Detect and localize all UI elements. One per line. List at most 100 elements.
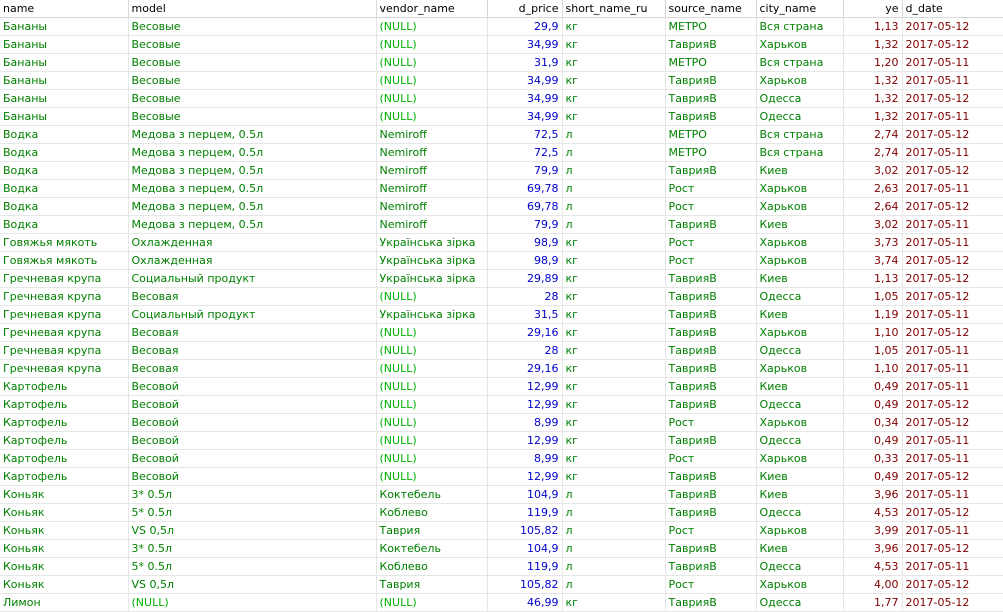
cell-source-name[interactable]: ТаврияВ bbox=[665, 341, 757, 360]
cell-vendor-name[interactable]: Nemiroff bbox=[376, 197, 488, 216]
cell-city-name[interactable]: Харьков bbox=[756, 179, 844, 198]
cell-source-name[interactable]: ТаврияВ bbox=[665, 485, 757, 504]
cell-name[interactable]: Гречневая крупа bbox=[0, 359, 129, 378]
cell-source-name[interactable]: ТаврияВ bbox=[665, 287, 757, 306]
cell-city-name[interactable]: Киев bbox=[756, 377, 844, 396]
cell-ye[interactable]: 0,49 bbox=[843, 467, 903, 486]
cell-name[interactable]: Картофель bbox=[0, 449, 129, 468]
cell-d-date[interactable]: 2017-05-11 bbox=[902, 377, 1003, 396]
cell-d-date[interactable]: 2017-05-11 bbox=[902, 107, 1003, 126]
cell-short-name-ru[interactable]: л bbox=[562, 179, 666, 198]
cell-d-date[interactable]: 2017-05-12 bbox=[902, 395, 1003, 414]
cell-short-name-ru[interactable]: кг bbox=[562, 395, 666, 414]
cell-model[interactable]: Весовая bbox=[128, 287, 377, 306]
cell-name[interactable]: Коньяк bbox=[0, 539, 129, 558]
cell-d-date[interactable]: 2017-05-12 bbox=[902, 467, 1003, 486]
cell-city-name[interactable]: Одесса bbox=[756, 557, 844, 576]
cell-ye[interactable]: 0,34 bbox=[843, 413, 903, 432]
table-row[interactable]: Гречневая крупа Весовая (NULL) 28 кг ТаврияВ О… bbox=[0, 341, 1003, 360]
table-row[interactable]: Коньяк 3* 0.5л Коктебель 104,9 л ТаврияВ Киев 3… bbox=[0, 485, 1003, 504]
cell-vendor-name[interactable]: Коктебель bbox=[376, 539, 488, 558]
cell-ye[interactable]: 1,19 bbox=[843, 305, 903, 324]
cell-d-date[interactable]: 2017-05-12 bbox=[902, 17, 1003, 36]
cell-ye[interactable]: 0,49 bbox=[843, 431, 903, 450]
cell-name[interactable]: Коньяк bbox=[0, 485, 129, 504]
cell-source-name[interactable]: МЕТРО bbox=[665, 143, 757, 162]
cell-vendor-name[interactable]: (NULL) bbox=[376, 71, 488, 90]
cell-ye[interactable]: 0,33 bbox=[843, 449, 903, 468]
cell-d-price[interactable]: 8,99 bbox=[487, 413, 563, 432]
cell-d-date[interactable]: 2017-05-12 bbox=[902, 269, 1003, 288]
cell-d-price[interactable]: 12,99 bbox=[487, 395, 563, 414]
cell-d-date[interactable]: 2017-05-12 bbox=[902, 89, 1003, 108]
table-row[interactable]: Гречневая крупа Весовая (NULL) 29,16 кг Таври… bbox=[0, 323, 1003, 342]
cell-city-name[interactable]: Киев bbox=[756, 539, 844, 558]
cell-vendor-name[interactable]: Таврия bbox=[376, 521, 488, 540]
cell-short-name-ru[interactable]: кг bbox=[562, 323, 666, 342]
cell-name[interactable]: Говяжья мякоть bbox=[0, 251, 129, 270]
cell-model[interactable]: Весовой bbox=[128, 467, 377, 486]
cell-short-name-ru[interactable]: кг bbox=[562, 233, 666, 252]
cell-d-price[interactable]: 104,9 bbox=[487, 485, 563, 504]
cell-model[interactable]: Весовой bbox=[128, 449, 377, 468]
cell-d-price[interactable]: 72,5 bbox=[487, 125, 563, 144]
cell-d-price[interactable]: 104,9 bbox=[487, 539, 563, 558]
cell-city-name[interactable]: Харьков bbox=[756, 251, 844, 270]
cell-vendor-name[interactable]: (NULL) bbox=[376, 287, 488, 306]
cell-vendor-name[interactable]: (NULL) bbox=[376, 413, 488, 432]
table-row[interactable]: Картофель Весовой (NULL) 12,99 кг ТаврияВ Одес… bbox=[0, 431, 1003, 450]
cell-name[interactable]: Гречневая крупа bbox=[0, 305, 129, 324]
cell-d-price[interactable]: 34,99 bbox=[487, 35, 563, 54]
cell-d-date[interactable]: 2017-05-12 bbox=[902, 197, 1003, 216]
cell-d-price[interactable]: 29,16 bbox=[487, 323, 563, 342]
table-row[interactable]: Гречневая крупа Весовая (NULL) 28 кг ТаврияВ О… bbox=[0, 287, 1003, 306]
cell-name[interactable]: Говяжья мякоть bbox=[0, 233, 129, 252]
table-row[interactable]: Говяжья мякоть Охлажденная Українська зірк… bbox=[0, 251, 1003, 270]
cell-vendor-name[interactable]: (NULL) bbox=[376, 35, 488, 54]
cell-ye[interactable]: 4,00 bbox=[843, 575, 903, 594]
cell-name[interactable]: Бананы bbox=[0, 71, 129, 90]
cell-d-date[interactable]: 2017-05-11 bbox=[902, 53, 1003, 72]
cell-d-price[interactable]: 12,99 bbox=[487, 431, 563, 450]
cell-source-name[interactable]: ТаврияВ bbox=[665, 161, 757, 180]
cell-city-name[interactable]: Киев bbox=[756, 215, 844, 234]
cell-vendor-name[interactable]: (NULL) bbox=[376, 395, 488, 414]
cell-model[interactable]: Социальный продукт bbox=[128, 305, 377, 324]
cell-d-date[interactable]: 2017-05-11 bbox=[902, 305, 1003, 324]
cell-vendor-name[interactable]: Українська зірка bbox=[376, 251, 488, 270]
cell-city-name[interactable]: Харьков bbox=[756, 575, 844, 594]
cell-d-date[interactable]: 2017-05-12 bbox=[902, 35, 1003, 54]
cell-vendor-name[interactable]: Nemiroff bbox=[376, 125, 488, 144]
cell-vendor-name[interactable]: Українська зірка bbox=[376, 233, 488, 252]
table-row[interactable]: Картофель Весовой (NULL) 12,99 кг ТаврияВ Одес… bbox=[0, 395, 1003, 414]
cell-vendor-name[interactable]: Коктебель bbox=[376, 485, 488, 504]
cell-d-price[interactable]: 31,9 bbox=[487, 53, 563, 72]
cell-vendor-name[interactable]: Українська зірка bbox=[376, 269, 488, 288]
cell-d-price[interactable]: 79,9 bbox=[487, 161, 563, 180]
cell-short-name-ru[interactable]: л bbox=[562, 197, 666, 216]
cell-name[interactable]: Водка bbox=[0, 143, 129, 162]
table-row[interactable]: Бананы Весовые (NULL) 34,99 кг ТаврияВ Одесса 1… bbox=[0, 107, 1003, 126]
cell-ye[interactable]: 1,77 bbox=[843, 593, 903, 612]
cell-source-name[interactable]: ТаврияВ bbox=[665, 323, 757, 342]
cell-d-date[interactable]: 2017-05-11 bbox=[902, 71, 1003, 90]
cell-model[interactable]: Медова з перцем, 0.5л bbox=[128, 161, 377, 180]
cell-name[interactable]: Картофель bbox=[0, 395, 129, 414]
cell-d-price[interactable]: 105,82 bbox=[487, 575, 563, 594]
table-row[interactable]: Картофель Весовой (NULL) 8,99 кг Рост Харьков 0… bbox=[0, 413, 1003, 432]
cell-source-name[interactable]: Рост bbox=[665, 251, 757, 270]
cell-short-name-ru[interactable]: л bbox=[562, 521, 666, 540]
cell-short-name-ru[interactable]: л bbox=[562, 125, 666, 144]
cell-d-price[interactable]: 29,9 bbox=[487, 17, 563, 36]
cell-model[interactable]: Медова з перцем, 0.5л bbox=[128, 215, 377, 234]
cell-ye[interactable]: 3,99 bbox=[843, 521, 903, 540]
cell-name[interactable]: Картофель bbox=[0, 431, 129, 450]
cell-short-name-ru[interactable]: кг bbox=[562, 71, 666, 90]
cell-ye[interactable]: 3,96 bbox=[843, 485, 903, 504]
table-row[interactable]: Бананы Весовые (NULL) 29,9 кг МЕТРО Вся страна… bbox=[0, 17, 1003, 36]
cell-d-date[interactable]: 2017-05-12 bbox=[902, 539, 1003, 558]
cell-d-date[interactable]: 2017-05-12 bbox=[902, 125, 1003, 144]
cell-short-name-ru[interactable]: кг bbox=[562, 17, 666, 36]
cell-name[interactable]: Водка bbox=[0, 161, 129, 180]
cell-source-name[interactable]: ТаврияВ bbox=[665, 593, 757, 612]
